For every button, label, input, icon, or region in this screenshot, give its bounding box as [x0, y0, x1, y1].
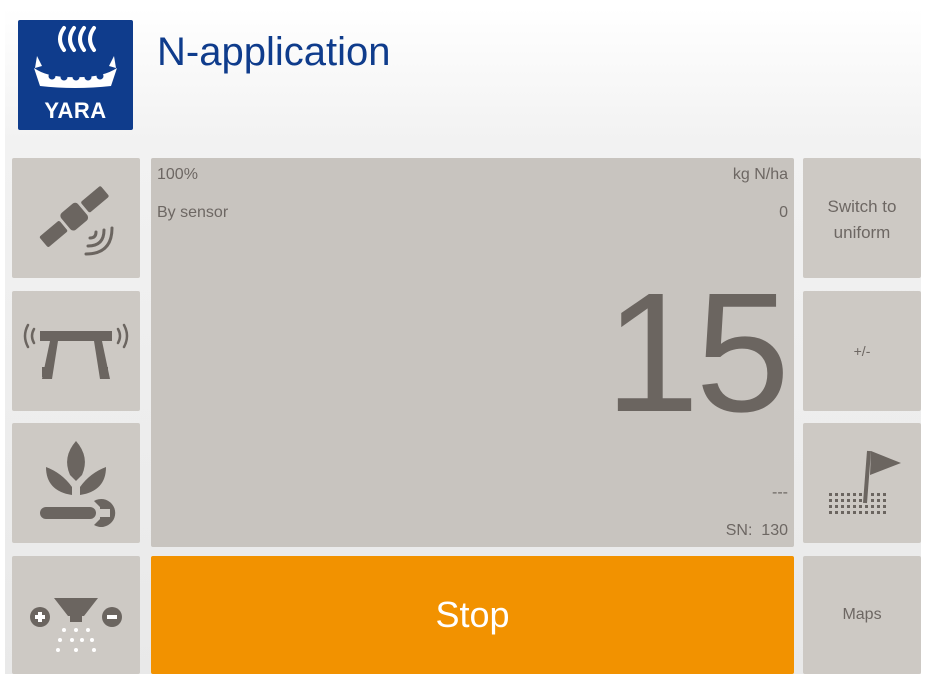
satellite-gps-icon — [39, 186, 114, 256]
plus-minus-label: +/- — [853, 343, 871, 359]
crop-settings-icon — [40, 441, 116, 527]
gps-button[interactable] — [12, 158, 140, 278]
rate-percent: 100% — [157, 166, 198, 183]
crop-settings-button[interactable] — [12, 423, 140, 543]
app-window: YARA N-application 100% kg N/ha By senso… — [5, 8, 921, 674]
maps-label: Maps — [842, 606, 882, 623]
spreader-rate-icon — [30, 598, 122, 652]
sn-value: 130 — [761, 522, 788, 539]
sensor-button[interactable] — [12, 291, 140, 411]
page-title: N-application — [157, 30, 391, 74]
main-rate-value: 15 — [604, 258, 790, 448]
small-value: 0 — [779, 204, 788, 221]
mode-label: By sensor — [157, 204, 229, 221]
yara-logo: YARA — [18, 20, 133, 130]
spreader-rate-button[interactable] — [12, 556, 140, 674]
stop-button[interactable]: Stop — [151, 556, 794, 674]
dash-value: --- — [772, 484, 788, 501]
unit-label: kg N/ha — [732, 166, 788, 183]
field-flag-icon — [829, 450, 901, 514]
maps-button[interactable]: Maps — [803, 556, 921, 674]
logo-text: YARA — [44, 98, 107, 123]
rate-display: 100% kg N/ha By sensor 0 15 --- SN: 130 — [151, 158, 794, 547]
switch-label-line1: Switch to — [827, 197, 897, 216]
switch-to-uniform-button[interactable]: Switch to uniform — [803, 158, 921, 278]
plus-minus-button[interactable]: +/- — [803, 291, 921, 411]
sensor-boom-icon — [23, 323, 129, 379]
field-flag-button[interactable] — [803, 423, 921, 543]
sn-label: SN: — [725, 522, 753, 539]
switch-label-line2: uniform — [833, 223, 891, 242]
sn-readout: SN: 130 — [726, 522, 788, 540]
